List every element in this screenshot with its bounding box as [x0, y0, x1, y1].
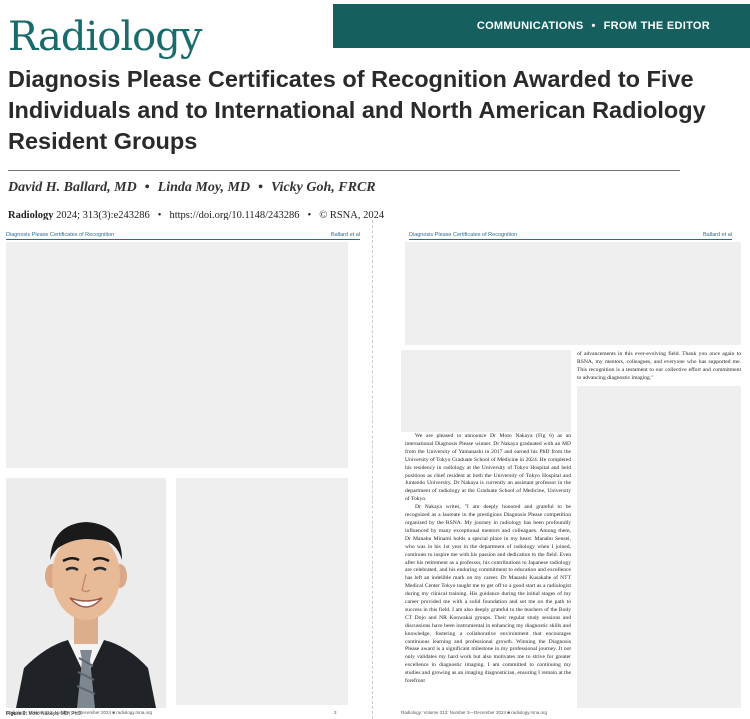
right-page-preview: Diagnosis Please Certificates of Recogni… — [372, 220, 741, 719]
left-page-preview: Diagnosis Please Certificates of Recogni… — [0, 220, 368, 719]
running-title: Diagnosis Please Certificates of Recogni… — [6, 232, 115, 238]
body-paragraph: of advancements in this ever-evolving fi… — [577, 351, 741, 381]
running-head: Diagnosis Please Certificates of Recogni… — [409, 228, 732, 240]
page-number: 3 — [334, 710, 337, 715]
figure-placeholder — [401, 350, 571, 432]
running-title: Diagnosis Please Certificates of Recogni… — [409, 232, 518, 238]
figure-placeholder — [176, 478, 348, 705]
journal-logo: Radiology — [8, 14, 202, 60]
author-separator: • — [144, 180, 150, 195]
figure-placeholder — [405, 242, 741, 345]
section-label: COMMUNICATIONS — [476, 20, 584, 32]
author-name: Vicky Goh, FRCR — [270, 180, 376, 195]
banner-separator: • — [591, 20, 596, 32]
subsection-label: FROM THE EDITOR — [603, 20, 710, 32]
article-title: Diagnosis Please Certificates of Recogni… — [8, 66, 706, 154]
title-divider — [8, 170, 680, 171]
author-list: David H. Ballard, MD • Linda Moy, MD • V… — [8, 180, 376, 196]
figure-placeholder — [6, 242, 348, 468]
section-banner: COMMUNICATIONS • FROM THE EDITOR — [333, 4, 750, 48]
page-footer: Radiology: Volume 313: Number 3—December… — [401, 710, 547, 715]
author-separator: • — [258, 180, 263, 195]
body-paragraph: We are pleased to announce Dr Moto Nakay… — [405, 433, 571, 503]
body-paragraph: Dr Nakaya writes, "I am deeply honored a… — [405, 504, 571, 685]
body-column-right: of advancements in this ever-evolving fi… — [577, 351, 741, 383]
figure-placeholder — [577, 386, 741, 708]
page-footer: Radiology: Volume 313: Number 3—December… — [6, 710, 152, 715]
author-name: David H. Ballard, MD — [8, 180, 137, 195]
body-column-left: We are pleased to announce Dr Moto Nakay… — [405, 433, 571, 686]
author-name: Linda Moy, MD — [157, 180, 251, 195]
running-authors: Ballard et al — [330, 232, 360, 238]
running-head: Diagnosis Please Certificates of Recogni… — [6, 228, 360, 240]
running-authors: Ballard et al — [702, 232, 732, 238]
author-photo — [6, 478, 166, 708]
